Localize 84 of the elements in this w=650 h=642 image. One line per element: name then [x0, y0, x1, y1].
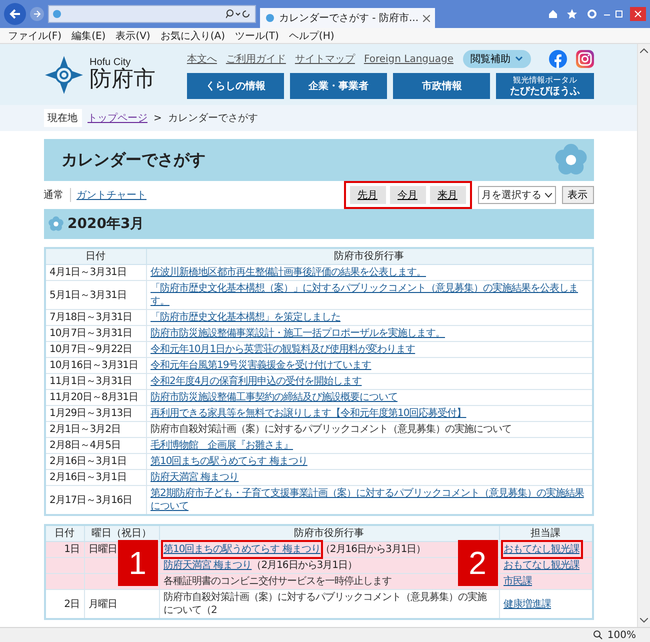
table-cell: 10月7日～3月31日 [44, 326, 146, 342]
header-link[interactable]: Foreign Language [364, 54, 454, 64]
window-controls-icon[interactable] [602, 7, 646, 21]
page-icon [52, 9, 62, 19]
nav-button[interactable]: 市政情報 [393, 73, 490, 99]
plum-flower-icon [48, 216, 64, 232]
event-text: 各種証明書のコンビニ交付サービスを一時停止します [164, 575, 392, 588]
month-button[interactable]: 来月 [430, 186, 466, 204]
table-cell: 2月17日～3月16日 [44, 486, 146, 515]
month-button[interactable]: 先月 [350, 186, 386, 204]
chevron-down-icon [514, 56, 522, 62]
scroll-up-icon[interactable] [640, 48, 648, 53]
zoom-level[interactable]: 100% [607, 630, 636, 640]
table-cell: 2月16日～3月1日 [44, 454, 146, 470]
city-name-english: Hofu City [90, 57, 131, 68]
event-period: （2月16日から3月1日） [320, 544, 426, 555]
search-icon[interactable] [226, 9, 252, 19]
event-period: （2月16日から3月1日） [252, 560, 357, 571]
page-icon [265, 13, 275, 23]
city-name: 防府市 [90, 68, 156, 92]
table-cell: 2月1日～3月2日 [44, 422, 146, 438]
header-link[interactable]: ご利用ガイド [226, 52, 286, 66]
city-emblem-icon [44, 54, 84, 94]
menu-item[interactable]: 表示(V) [116, 28, 150, 42]
table-cell: 1日 [44, 542, 84, 558]
table-cell: 2月16日～3月1日 [44, 470, 146, 486]
column-header: 防府市役所行事 [146, 248, 592, 264]
breadcrumb-current: カレンダーでさがす [168, 112, 258, 125]
back-arrow-icon [9, 8, 21, 20]
table-cell: 7月18日～3月31日 [44, 310, 146, 326]
month-heading: 2020年3月 [68, 215, 144, 233]
month-select[interactable]: 月を選択する [478, 186, 556, 204]
menu-item[interactable]: ファイル(F) [8, 28, 62, 42]
month-button[interactable]: 今月 [390, 186, 426, 204]
show-button[interactable]: 表示 [562, 186, 594, 204]
table-cell: 月曜日 [84, 590, 159, 619]
page-title: カレンダーでさがす [62, 150, 206, 170]
home-favorites-settings-icon[interactable] [548, 9, 598, 19]
table-cell: 1月29日～3月13日 [44, 406, 146, 422]
accessibility-button[interactable]: 閲覧補助 [462, 50, 530, 68]
table-cell: 2日 [44, 590, 84, 619]
menu-item[interactable]: ツール(T) [235, 28, 279, 42]
breadcrumb-separator: > [154, 112, 162, 124]
address-field[interactable] [48, 5, 256, 23]
table-cell: 10月7日～9月22日 [44, 342, 146, 358]
table-cell: 10月16日～3月31日 [44, 358, 146, 374]
scroll-down-icon[interactable] [640, 618, 648, 623]
callout-number: 1 [118, 540, 158, 586]
event-link[interactable]: 防府天満宮 梅まつり [164, 559, 252, 572]
table-cell: 2月8日～4月5日 [44, 438, 146, 454]
table-cell: 11月20日～8月31日 [44, 390, 146, 406]
forward-arrow-icon [33, 10, 41, 18]
event-text: 防府市自殺対策計画（案）に対するパブリックコメント（意見募集）の実施について（2 [164, 591, 488, 617]
menu-item[interactable]: ヘルプ(H) [288, 28, 334, 42]
column-header: 曜日（祝日） [84, 525, 159, 542]
plum-flower-drawing [554, 143, 588, 177]
zoom-icon[interactable] [593, 630, 604, 640]
instagram-icon[interactable] [576, 50, 594, 68]
tab-title: カレンダーでさがす - 防府市... [279, 12, 419, 25]
column-header: 日付 [44, 525, 84, 542]
nav-button[interactable]: 観光情報ポータル たびたびほうふ [496, 73, 594, 99]
table-cell: 4月1日～3月31日 [44, 264, 146, 280]
view-tab[interactable]: 通常 [44, 188, 70, 202]
table-cell: 11月1日～3月31日 [44, 374, 146, 390]
forward-button[interactable] [30, 7, 44, 21]
nav-button[interactable]: くらしの情報 [186, 73, 284, 99]
column-header: 防府市役所行事 [159, 525, 499, 542]
facebook-icon[interactable] [548, 50, 566, 68]
event-link[interactable]: 第10回まちの駅うめてらす 梅まつり [164, 543, 320, 556]
menu-item[interactable]: お気に入り(A) [160, 28, 225, 42]
table-cell: 5月1日～3月31日 [44, 280, 146, 310]
column-header: 日付 [44, 248, 146, 264]
event-text: 防府市自殺対策計画（案）に対するパブリックコメント（意見募集）の実施について [150, 423, 512, 436]
back-button[interactable] [4, 3, 26, 25]
location-label: 現在地 [44, 109, 82, 127]
menu-item[interactable]: 編集(E) [72, 28, 106, 42]
close-icon[interactable] [422, 14, 430, 22]
view-tab[interactable]: ガントチャート [76, 188, 146, 202]
nav-button[interactable]: 企業・事業者 [290, 73, 388, 99]
browser-tab[interactable]: カレンダーでさがす - 防府市... [260, 8, 435, 28]
callout-number: 2 [458, 540, 498, 586]
header-link[interactable]: サイトマップ [294, 52, 355, 66]
breadcrumb-link[interactable]: トップページ [88, 111, 148, 125]
header-link[interactable]: 本文へ [186, 52, 217, 66]
